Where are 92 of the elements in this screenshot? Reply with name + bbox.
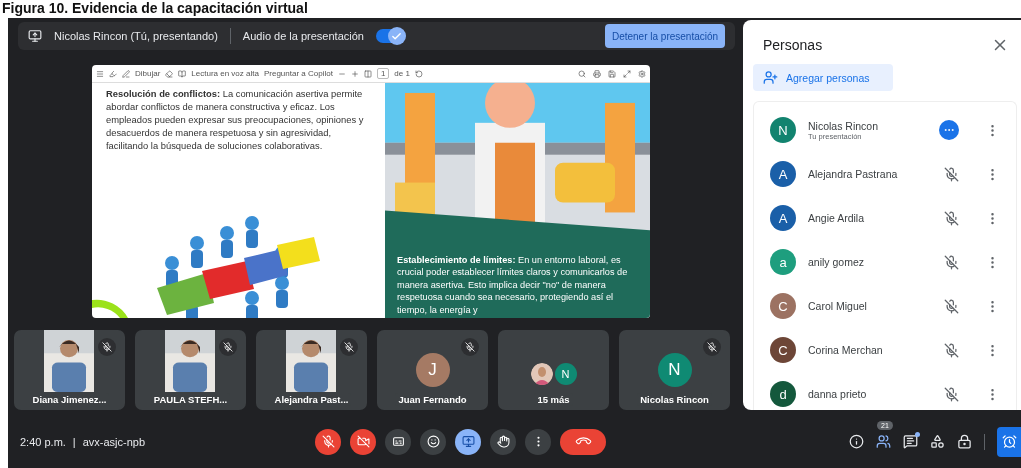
hand-icon [496, 435, 510, 448]
chat-icon[interactable] [903, 434, 918, 449]
avatar: J [415, 353, 450, 387]
smiley-icon [426, 435, 440, 448]
expand-icon[interactable] [623, 69, 631, 78]
page-total: de 1 [394, 69, 410, 78]
avatar: C [770, 293, 796, 319]
participant-name: Carol Miguel [808, 300, 868, 312]
participant-name: Corina Merchan [808, 344, 884, 356]
avatar: A [770, 205, 796, 231]
participant-name: danna prieto [808, 388, 868, 400]
participant-row[interactable]: C Corina Merchan [754, 328, 1016, 372]
mic-off-icon [944, 342, 959, 358]
meeting-code: avx-asjc-npb [82, 435, 146, 448]
alarm-clock-icon [1001, 434, 1017, 449]
audio-toggle[interactable] [375, 29, 404, 43]
participant-name: Juan Fernando [395, 393, 470, 406]
participant-name: Alejandra Pastrana [808, 168, 899, 180]
slide-paragraph: Establecimiento de límites: En un entorno laboral, es crucial poder establecer límites claros y comunicarlos de manera asertiva. Esto implica decir "no" de manera respetuosa cuando sea necesario, protegiendo así el tiempo, la energía y [397, 253, 629, 316]
participant-name: Nicolas Rincon [637, 393, 712, 406]
lock-icon[interactable] [957, 434, 972, 449]
people-icon[interactable] [876, 434, 891, 449]
participant-name: Angie Ardila [808, 212, 866, 224]
figure-caption: Figura 10. Evidencia de la capacitación virtual [1, 0, 309, 18]
avatar: C [770, 337, 796, 363]
menu-icon[interactable] [96, 69, 104, 78]
stop-presenting-button[interactable]: Detener la presentación [605, 24, 725, 48]
pen-icon[interactable] [122, 69, 130, 78]
raise-hand-button[interactable] [490, 428, 517, 455]
alarm-clock-button[interactable] [997, 426, 1021, 457]
avatar: N [554, 363, 577, 385]
participant-row[interactable]: A Alejandra Pastrana [754, 152, 1016, 196]
mic-off-icon [944, 386, 959, 402]
participant-tile[interactable]: N 15 más [498, 330, 609, 410]
captions-icon [391, 435, 405, 448]
screen-share-icon [28, 29, 42, 43]
meeting-time: 2:40 p.m. [20, 435, 66, 448]
avatar: d [770, 381, 796, 407]
book-icon[interactable] [178, 69, 187, 78]
avatar: N [770, 117, 796, 143]
present-button[interactable] [455, 428, 482, 455]
participant-name: anily gomez [808, 256, 866, 268]
captions-button[interactable] [385, 428, 412, 455]
participant-row[interactable]: a anily gomez [754, 240, 1016, 284]
more-options-icon[interactable] [939, 120, 959, 140]
audio-label: Audio de la presentación [242, 30, 364, 42]
save-icon[interactable] [608, 69, 616, 78]
mic-off-icon [944, 298, 959, 314]
participant-name: Nicolas Rincon [808, 119, 880, 132]
avatar: a [770, 249, 796, 275]
copilot-label[interactable]: Preguntar a Copilot [263, 69, 333, 78]
presenter-label: Nicolas Rincon (Tú, presentando) [54, 30, 218, 42]
highlighter-icon[interactable] [109, 69, 117, 78]
info-icon[interactable] [849, 434, 864, 449]
check-icon [391, 30, 403, 42]
avatar: N [657, 353, 692, 387]
search-icon[interactable] [578, 69, 586, 78]
separator: | [72, 435, 76, 448]
participant-tile[interactable]: PAULA STEFH... [135, 330, 246, 410]
print-icon[interactable] [593, 69, 601, 78]
microphone-button[interactable] [315, 428, 342, 455]
avatar: A [770, 161, 796, 187]
zoom-in-icon[interactable] [350, 69, 359, 78]
mic-off-icon [321, 435, 335, 448]
mic-off-icon [944, 166, 959, 182]
participant-row[interactable]: d danna prieto [754, 372, 1016, 410]
panel-title: Personas [763, 37, 823, 53]
leave-call-button[interactable] [560, 428, 607, 455]
screen-share-icon [461, 435, 475, 448]
participant-tile[interactable]: N Nicolas Rincon [619, 330, 730, 410]
page-field[interactable]: 1 [376, 68, 390, 79]
participant-row[interactable]: A Angie Ardila [754, 196, 1016, 240]
columns-icon[interactable] [363, 69, 372, 78]
emoji-button[interactable] [420, 428, 447, 455]
eraser-icon[interactable] [165, 69, 174, 78]
participant-tile[interactable]: Diana Jimenez... [14, 330, 125, 410]
participant-tile[interactable]: Alejandra Past... [256, 330, 367, 410]
slide-paragraph: Resolución de conflictos: La comunicación asertiva permite abordar conflictos de manera constructiva y eficaz. Los empleados pueden expresar sus preocupaciones, opiniones y desacuerdos de manera respetuosa y sin agresividad, facilitando la búsqueda de soluciones colaborativas. [105, 87, 365, 152]
rotate-icon[interactable] [414, 69, 423, 78]
camera-button[interactable] [350, 428, 377, 455]
participant-row[interactable]: C Carol Miguel [754, 284, 1016, 328]
mic-off-icon [944, 210, 959, 226]
camera-off-icon [356, 435, 370, 448]
add-people-button[interactable]: Agregar personas [753, 64, 893, 91]
settings-icon[interactable] [638, 69, 646, 78]
activities-icon[interactable] [930, 434, 945, 449]
add-person-icon [763, 70, 778, 85]
mic-off-icon [944, 254, 959, 270]
draw-label[interactable]: Dibujar [135, 69, 161, 78]
more-options-button[interactable] [525, 428, 552, 455]
participant-tile[interactable]: J Juan Fernando [377, 330, 488, 410]
read-aloud-label[interactable]: Lectura en voz alta [191, 69, 259, 78]
